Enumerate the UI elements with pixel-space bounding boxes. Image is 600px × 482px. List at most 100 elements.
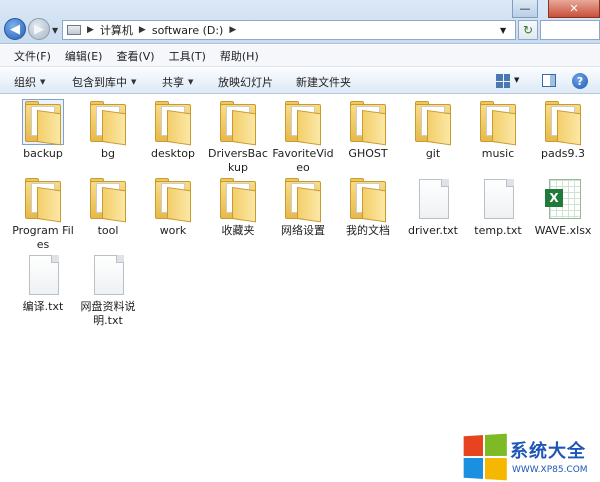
watermark-url: WWW.XP85.COM xyxy=(512,465,588,475)
folder-icon xyxy=(153,177,193,223)
folder-item[interactable]: GHOST xyxy=(336,100,400,161)
folder-icon xyxy=(23,177,63,223)
folder-icon xyxy=(218,100,258,146)
item-label: 网盘资料说明.txt xyxy=(80,300,136,327)
dropdown-arrow-icon: ▼ xyxy=(188,78,194,86)
item-label: desktop xyxy=(151,147,195,160)
folder-item[interactable]: bg xyxy=(76,100,140,161)
item-label: git xyxy=(425,147,441,160)
include-library-button[interactable]: 包含到库中 ▼ xyxy=(72,74,136,90)
item-label: work xyxy=(159,224,187,237)
folder-icon xyxy=(283,177,323,223)
menu-bar: 文件(F) 编辑(E) 查看(V) 工具(T) 帮助(H) xyxy=(0,45,600,67)
excel-file-icon: X xyxy=(543,177,583,221)
folder-item[interactable]: pads9.3 xyxy=(531,100,595,161)
help-symbol: ? xyxy=(576,74,584,88)
close-icon: ✕ xyxy=(569,2,579,15)
folder-icon xyxy=(88,100,128,146)
breadcrumb-drive[interactable]: software (D:) xyxy=(152,24,224,37)
organize-label: 组织 xyxy=(14,76,36,89)
folder-item[interactable]: 我的文档 xyxy=(336,177,400,238)
breadcrumb-computer[interactable]: 计算机 xyxy=(100,22,133,38)
recent-pages-dropdown[interactable]: ▼ xyxy=(52,26,58,35)
folder-item[interactable]: DriversBackup xyxy=(206,100,270,175)
item-label: FavoriteVideo xyxy=(272,147,334,174)
item-label: pads9.3 xyxy=(541,147,585,160)
dropdown-arrow-icon: ▼ xyxy=(40,78,46,86)
folder-icon xyxy=(413,100,453,146)
folder-icon xyxy=(348,100,388,146)
organize-button[interactable]: 组织 ▼ xyxy=(14,74,45,90)
folder-item[interactable]: 收藏夹 xyxy=(206,177,270,238)
dropdown-arrow-icon: ▼ xyxy=(131,78,137,86)
item-label: bg xyxy=(101,147,115,160)
text-file-icon xyxy=(23,253,63,297)
item-label: Program Files xyxy=(12,224,74,251)
folder-item[interactable]: music xyxy=(466,100,530,161)
folder-icon xyxy=(478,100,518,146)
menu-edit[interactable]: 编辑(E) xyxy=(65,48,103,64)
item-label: driver.txt xyxy=(408,224,458,237)
back-button[interactable]: ◀ xyxy=(4,18,26,40)
menu-help[interactable]: 帮助(H) xyxy=(220,48,259,64)
arrow-left-icon: ◀ xyxy=(10,21,20,37)
command-bar: 组织 ▼ 包含到库中 ▼ 共享 ▼ 放映幻灯片 新建文件夹 ▼ ? xyxy=(0,68,600,94)
computer-icon xyxy=(67,25,81,35)
item-label: 编译.txt xyxy=(22,300,64,313)
folder-item[interactable]: FavoriteVideo xyxy=(271,100,335,175)
refresh-icon: ↻ xyxy=(522,23,534,37)
include-library-label: 包含到库中 xyxy=(72,76,127,89)
item-label: DriversBackup xyxy=(208,147,268,174)
folder-item[interactable]: work xyxy=(141,177,205,238)
folder-item[interactable]: desktop xyxy=(141,100,205,161)
menu-file[interactable]: 文件(F) xyxy=(14,48,51,64)
address-input[interactable]: ▶ 计算机 ▶ software (D:) ▶ xyxy=(62,20,516,40)
new-folder-button[interactable]: 新建文件夹 xyxy=(296,74,351,90)
view-options-icon[interactable] xyxy=(496,74,510,88)
menu-view[interactable]: 查看(V) xyxy=(116,48,154,64)
item-label: temp.txt xyxy=(474,224,522,237)
file-list: backup bg desktop DriversBackup FavoriteVide… xyxy=(0,95,600,482)
item-label: backup xyxy=(23,147,63,160)
folder-item[interactable]: backup xyxy=(11,99,75,161)
chevron-right-icon[interactable]: ▶ xyxy=(139,25,146,35)
address-dropdown[interactable]: ▼ xyxy=(500,26,506,35)
view-dropdown[interactable]: ▼ xyxy=(514,76,519,84)
share-button[interactable]: 共享 ▼ xyxy=(162,74,193,90)
file-item[interactable]: temp.txt xyxy=(466,177,530,238)
menu-tools[interactable]: 工具(T) xyxy=(169,48,206,64)
item-label: 收藏夹 xyxy=(221,224,255,237)
arrow-right-icon: ▶ xyxy=(34,21,44,37)
folder-item[interactable]: tool xyxy=(76,177,140,238)
chevron-right-icon[interactable]: ▶ xyxy=(87,25,94,35)
folder-item[interactable]: git xyxy=(401,100,465,161)
folder-icon xyxy=(22,99,64,146)
slideshow-label: 放映幻灯片 xyxy=(218,76,273,89)
minimize-button[interactable]: — xyxy=(512,0,538,18)
watermark: 系统大全 WWW.XP85.COM xyxy=(462,433,598,481)
folder-item[interactable]: Program Files xyxy=(11,177,75,252)
slideshow-button[interactable]: 放映幻灯片 xyxy=(218,74,273,90)
file-item[interactable]: 网盘资料说明.txt xyxy=(76,253,140,328)
file-item[interactable]: X WAVE.xlsx xyxy=(531,177,595,238)
search-input[interactable] xyxy=(540,20,600,40)
item-label: 我的文档 xyxy=(346,224,390,237)
folder-icon xyxy=(348,177,388,223)
folder-icon xyxy=(88,177,128,223)
folder-icon xyxy=(218,177,258,223)
chevron-right-icon[interactable]: ▶ xyxy=(229,25,236,35)
forward-button[interactable]: ▶ xyxy=(28,18,50,40)
windows-logo-icon xyxy=(463,433,507,481)
text-file-icon xyxy=(88,253,128,297)
folder-item[interactable]: 网络设置 xyxy=(271,177,335,238)
file-item[interactable]: driver.txt xyxy=(401,177,465,238)
item-label: tool xyxy=(97,224,119,237)
refresh-button[interactable]: ↻ xyxy=(518,20,538,40)
item-label: music xyxy=(481,147,515,160)
item-label: 网络设置 xyxy=(281,224,325,237)
minimize-icon: — xyxy=(519,2,531,15)
close-button[interactable]: ✕ xyxy=(548,0,600,18)
file-item[interactable]: 编译.txt xyxy=(11,253,75,314)
preview-pane-icon[interactable] xyxy=(542,74,556,87)
help-icon[interactable]: ? xyxy=(572,73,588,89)
